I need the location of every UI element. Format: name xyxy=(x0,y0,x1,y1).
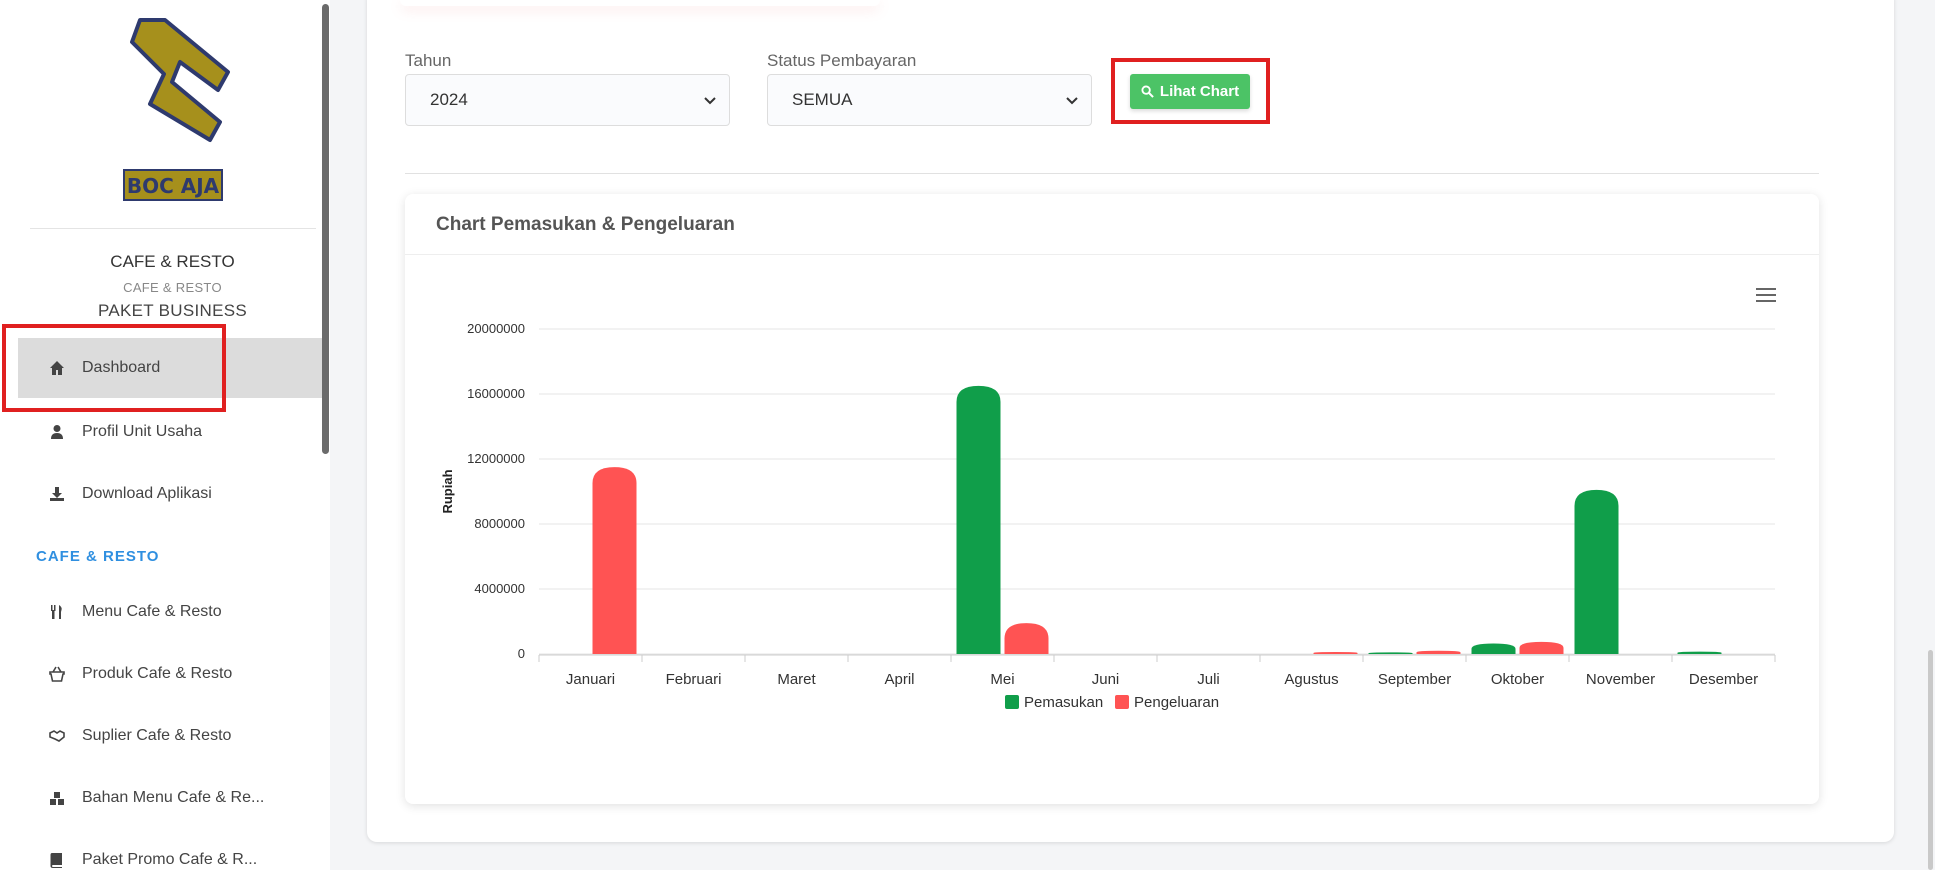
sidebar-item-produk[interactable]: Produk Cafe & Resto xyxy=(18,644,322,704)
download-icon xyxy=(48,485,66,503)
chevron-down-icon xyxy=(704,97,716,105)
x-tick-label: Februari xyxy=(666,671,722,688)
top-decoration xyxy=(400,0,880,6)
cubes-icon xyxy=(48,789,66,807)
sidebar: BOC AJA CAFE & RESTO CAFE & RESTO PAKET … xyxy=(0,0,330,870)
bar-pengeluaran-januari xyxy=(592,467,637,654)
sidebar-item-label: Profil Unit Usaha xyxy=(82,423,203,440)
year-select[interactable]: 2024 xyxy=(405,74,730,126)
sidebar-divider xyxy=(30,228,316,229)
sidebar-item-label: Suplier Cafe & Resto xyxy=(82,727,232,744)
y-axis-label: Rupiah xyxy=(440,469,455,513)
sidebar-item-suplier[interactable]: Suplier Cafe & Resto xyxy=(18,706,322,766)
y-tick-label: 20000000 xyxy=(467,321,525,336)
brand-title: CAFE & RESTO xyxy=(110,252,235,271)
bar-pemasukan-oktober xyxy=(1471,643,1516,654)
bar-pemasukan-september xyxy=(1368,652,1413,654)
x-tick-label: Mei xyxy=(990,671,1014,688)
x-tick-label: Januari xyxy=(566,671,615,688)
logo-text: BOC AJA xyxy=(123,169,223,201)
sidebar-section-title: CAFE & RESTO xyxy=(36,548,160,565)
app-logo: BOC AJA xyxy=(123,18,230,201)
legend-label: Pengeluaran xyxy=(1134,694,1219,711)
chevron-down-icon xyxy=(1066,97,1078,105)
sidebar-item-paket[interactable]: Paket Promo Cafe & R... xyxy=(18,830,322,870)
brand-subtitle: CAFE & RESTO xyxy=(123,280,222,295)
sidebar-item-label: Paket Promo Cafe & R... xyxy=(82,851,258,868)
utensils-icon xyxy=(48,603,66,621)
status-select[interactable]: SEMUA xyxy=(767,74,1092,126)
x-tick-label: Oktober xyxy=(1491,671,1544,688)
user-icon xyxy=(48,423,66,441)
sidebar-item-menu[interactable]: Menu Cafe & Resto xyxy=(18,582,322,642)
chart-card: Chart Pemasukan & Pengeluaran 0 4000000 80… xyxy=(405,194,1819,804)
year-label: Tahun xyxy=(405,51,452,70)
status-label: Status Pembayaran xyxy=(767,51,917,70)
filter-divider xyxy=(405,173,1819,174)
y-tick-label: 8000000 xyxy=(474,516,525,531)
sidebar-scrollbar[interactable] xyxy=(322,4,329,454)
legend-swatch xyxy=(1115,695,1129,709)
y-tick-label: 4000000 xyxy=(474,581,525,596)
sidebar-item-label: Bahan Menu Cafe & Re... xyxy=(82,789,265,806)
bar-pemasukan-desember xyxy=(1677,651,1722,654)
x-tick-label: November xyxy=(1586,671,1655,688)
legend-swatch xyxy=(1005,695,1019,709)
legend-label: Pemasukan xyxy=(1024,694,1103,711)
bar-pemasukan-november xyxy=(1574,489,1619,654)
x-tick-label: Juli xyxy=(1197,671,1220,688)
x-tick-label: Maret xyxy=(777,671,816,688)
bar-pengeluaran-oktober xyxy=(1519,641,1564,654)
sidebar-item-label: Produk Cafe & Resto xyxy=(82,665,233,682)
bar-pengeluaran-september xyxy=(1416,650,1461,654)
y-tick-label: 12000000 xyxy=(467,451,525,466)
sidebar-item-label: Download Aplikasi xyxy=(82,485,212,502)
basket-icon xyxy=(48,665,66,683)
x-tick-label: Desember xyxy=(1689,671,1758,688)
y-tick-label: 0 xyxy=(518,646,525,661)
status-select-value: SEMUA xyxy=(792,90,853,109)
logo-text-label: BOC AJA xyxy=(127,174,220,198)
button-highlight-box xyxy=(1111,58,1270,124)
dashboard-highlight-box xyxy=(2,324,226,412)
bar-pengeluaran-agustus xyxy=(1313,652,1358,654)
brand-package: PAKET BUSINESS xyxy=(97,301,248,320)
bar-pengeluaran-mei xyxy=(1004,623,1049,654)
handshake-icon xyxy=(48,727,66,745)
sidebar-item-download[interactable]: Download Aplikasi xyxy=(18,464,322,524)
sidebar-item-bahan[interactable]: Bahan Menu Cafe & Re... xyxy=(18,768,322,828)
chart-svg: 0 4000000 8000000 12000000 16000000 20000000 J… xyxy=(440,321,1776,711)
sidebar-item-label: Menu Cafe & Resto xyxy=(82,603,222,620)
x-tick-label: Agustus xyxy=(1284,671,1338,688)
year-select-value: 2024 xyxy=(430,90,468,109)
page-scrollbar[interactable] xyxy=(1928,650,1933,870)
y-tick-label: 16000000 xyxy=(467,386,525,401)
x-tick-label: April xyxy=(884,671,914,688)
bar-pemasukan-mei xyxy=(956,385,1001,654)
x-tick-label: Juni xyxy=(1092,671,1120,688)
x-tick-label: September xyxy=(1378,671,1451,688)
book-icon xyxy=(48,851,66,869)
